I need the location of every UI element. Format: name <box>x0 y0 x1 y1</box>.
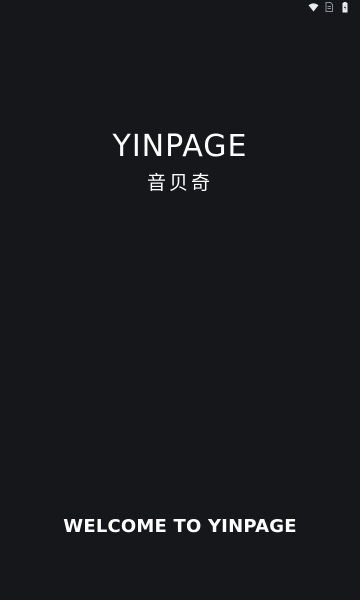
brand-name-cn: 音贝奇 <box>146 172 213 194</box>
welcome-text: WELCOME TO YINPAGE <box>63 516 297 537</box>
status-bar <box>0 0 360 14</box>
splash-screen: YINPAGE 音贝奇 WELCOME TO YINPAGE <box>0 0 360 600</box>
brand-logo: YINPAGE 音贝奇 <box>0 132 360 193</box>
sim-card-icon <box>323 1 335 13</box>
brand-name-en: YINPAGE <box>112 129 248 164</box>
battery-icon <box>339 1 351 13</box>
wifi-icon <box>307 1 319 13</box>
